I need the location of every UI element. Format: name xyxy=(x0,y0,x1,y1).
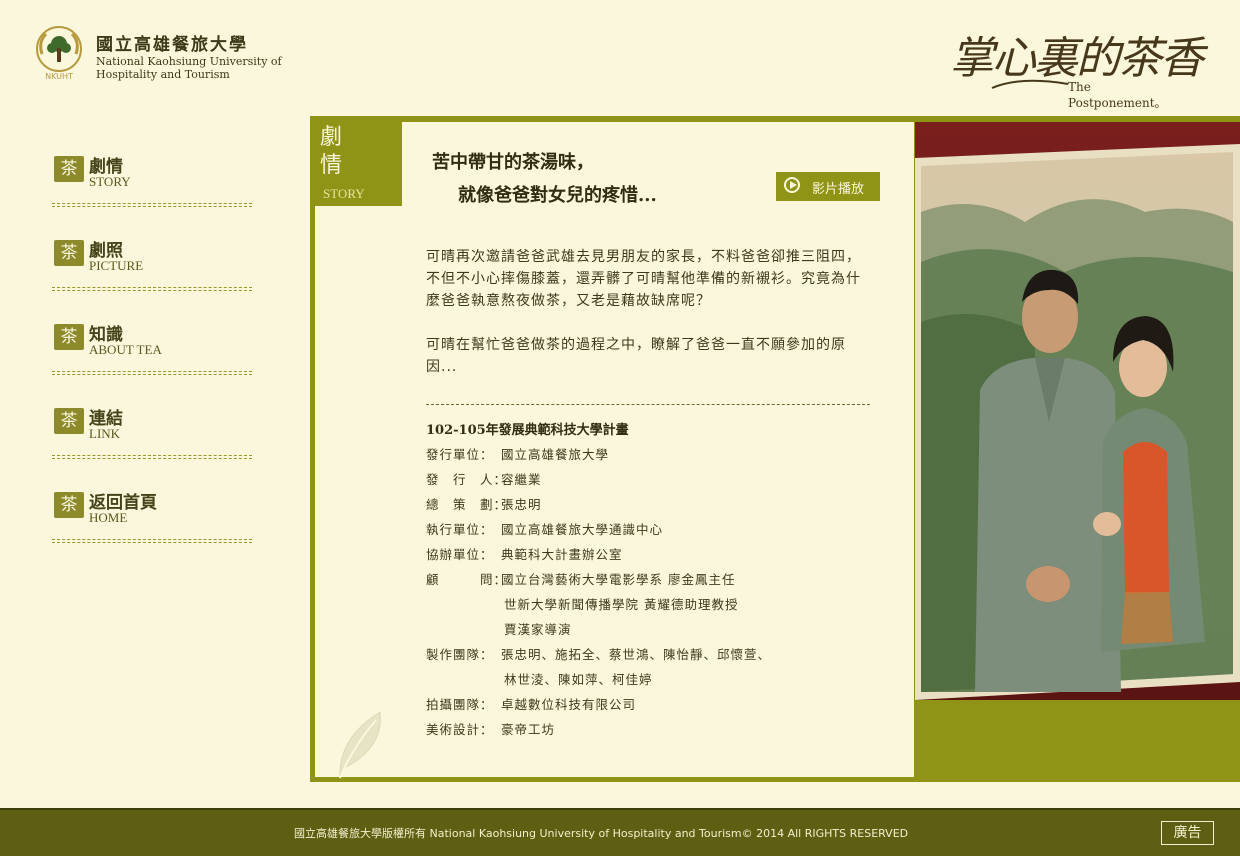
credit-label: 拍攝團隊： xyxy=(426,697,494,712)
story-text: 可晴再次邀請爸爸武雄去見男朋友的家長，不料爸爸卻推三阻四，不但不小心摔傷膝蓋，還… xyxy=(426,246,874,400)
nav-item-label-en: LINK xyxy=(89,426,121,441)
film-still-illustration xyxy=(915,122,1240,700)
nav-divider xyxy=(52,539,252,543)
credit-value: 林世淩、陳如萍、柯佳婷 xyxy=(504,672,653,687)
credit-value: 國立高雄餐旅大學通識中心 xyxy=(501,522,664,537)
nav-item-label-en: HOME xyxy=(89,510,128,525)
credit-value: 典範科大計畫辦公室 xyxy=(501,547,623,562)
film-subtitle-the: The xyxy=(1068,80,1091,94)
logo-title-en-line2: Hospitality and Tourism xyxy=(96,68,230,81)
play-video-label: 影片播放 xyxy=(812,182,865,197)
film-subtitle: Postponement。 xyxy=(1068,96,1167,110)
story-paragraph: 可晴再次邀請爸爸武雄去見男朋友的家長，不料爸爸卻推三阻四，不但不小心摔傷膝蓋，還… xyxy=(426,249,861,309)
sidebar-nav: 茶 劇情 STORY 茶 劇照 PICTURE 茶 知識 ABOUT TEA 茶… xyxy=(52,150,254,570)
dashed-divider xyxy=(426,404,870,405)
credit-value: 張忠明 xyxy=(501,497,542,512)
logo-title-zh: 國立高雄餐旅大學 xyxy=(96,35,248,55)
logo-title-en-line1: National Kaohsiung University of xyxy=(96,55,282,68)
tea-icon: 茶 xyxy=(54,408,84,434)
credit-value: 國立高雄餐旅大學 xyxy=(501,447,610,462)
credit-label: 發行單位： xyxy=(426,447,494,462)
credit-value: 國立台灣藝術大學電影學系 廖金鳳主任 xyxy=(501,572,736,587)
tea-icon: 茶 xyxy=(54,240,84,266)
play-icon xyxy=(784,177,800,193)
credit-value: 世新大學新聞傳播學院 黃耀德助理教授 xyxy=(504,597,739,612)
nav-item-label-en: STORY xyxy=(89,174,131,189)
film-title-logo: 掌心裏的茶香 The Postponement。 xyxy=(950,22,1220,114)
nav-divider xyxy=(52,455,252,459)
film-still-image xyxy=(915,122,1240,700)
story-paragraph: 可晴在幫忙爸爸做茶的過程之中，瞭解了爸爸一直不願參加的原因... xyxy=(426,337,846,375)
tea-icon: 茶 xyxy=(54,324,84,350)
nav-item-link[interactable]: 茶 連結 LINK xyxy=(52,402,254,486)
credit-label: 協辦單位： xyxy=(426,547,494,562)
credit-value: 賈漢家導演 xyxy=(504,622,572,637)
credits-title: 102-105年發展典範科技大學計畫 xyxy=(426,423,629,438)
nav-item-about-tea[interactable]: 茶 知識 ABOUT TEA xyxy=(52,318,254,402)
nav-item-label-en: PICTURE xyxy=(89,258,144,273)
nav-item-label-en: ABOUT TEA xyxy=(89,342,162,357)
copyright-text: 國立高雄餐旅大學版權所有 National Kaohsiung Universi… xyxy=(294,827,909,840)
nav-divider xyxy=(52,371,252,375)
section-title-zh: 劇情 xyxy=(320,125,343,178)
credit-value: 卓越數位科技有限公司 xyxy=(501,697,637,712)
nav-divider xyxy=(52,203,252,207)
credit-label: 執行單位： xyxy=(426,522,494,537)
nav-divider xyxy=(52,287,252,291)
leaf-watermark-icon xyxy=(339,711,381,779)
nav-item-home[interactable]: 茶 返回首頁 HOME xyxy=(52,486,254,570)
nav-item-story[interactable]: 茶 劇情 STORY xyxy=(52,150,254,234)
credit-label: 美術設計： xyxy=(426,722,494,737)
film-title: 掌心裏的茶香 xyxy=(950,33,1204,84)
section-tab: 劇情 STORY xyxy=(310,116,402,206)
credit-label: 顧 問： xyxy=(426,572,508,587)
play-video-button[interactable]: 影片播放 xyxy=(776,172,880,201)
credit-value: 容繼業 xyxy=(501,472,542,487)
logo-emblem-text: NKUHT xyxy=(45,72,73,81)
nav-item-picture[interactable]: 茶 劇照 PICTURE xyxy=(52,234,254,318)
section-title-en: STORY xyxy=(323,186,365,201)
tea-icon: 茶 xyxy=(54,492,84,518)
university-logo[interactable]: NKUHT 國立高雄餐旅大學 National Kaohsiung Univer… xyxy=(30,24,310,86)
university-emblem-icon: NKUHT xyxy=(36,26,82,81)
credit-label: 總 策 劃： xyxy=(426,497,508,512)
leaf-swash-icon xyxy=(991,79,1069,89)
credit-value: 豪帝工坊 xyxy=(501,722,556,737)
tagline-line2: 就像爸爸對女兒的疼惜... xyxy=(458,185,657,206)
credit-label: 發 行 人： xyxy=(426,472,508,487)
tea-icon: 茶 xyxy=(54,156,84,182)
tagline-line1: 苦中帶甘的茶湯味， xyxy=(432,152,594,173)
credit-label: 製作團隊： xyxy=(426,647,494,662)
ad-button[interactable]: 廣告 xyxy=(1161,821,1214,845)
footer: 國立高雄餐旅大學版權所有 National Kaohsiung Universi… xyxy=(0,808,1240,856)
credit-value: 張忠明、施拓全、蔡世鴻、陳怡靜、邱懷萱、 xyxy=(501,647,772,662)
